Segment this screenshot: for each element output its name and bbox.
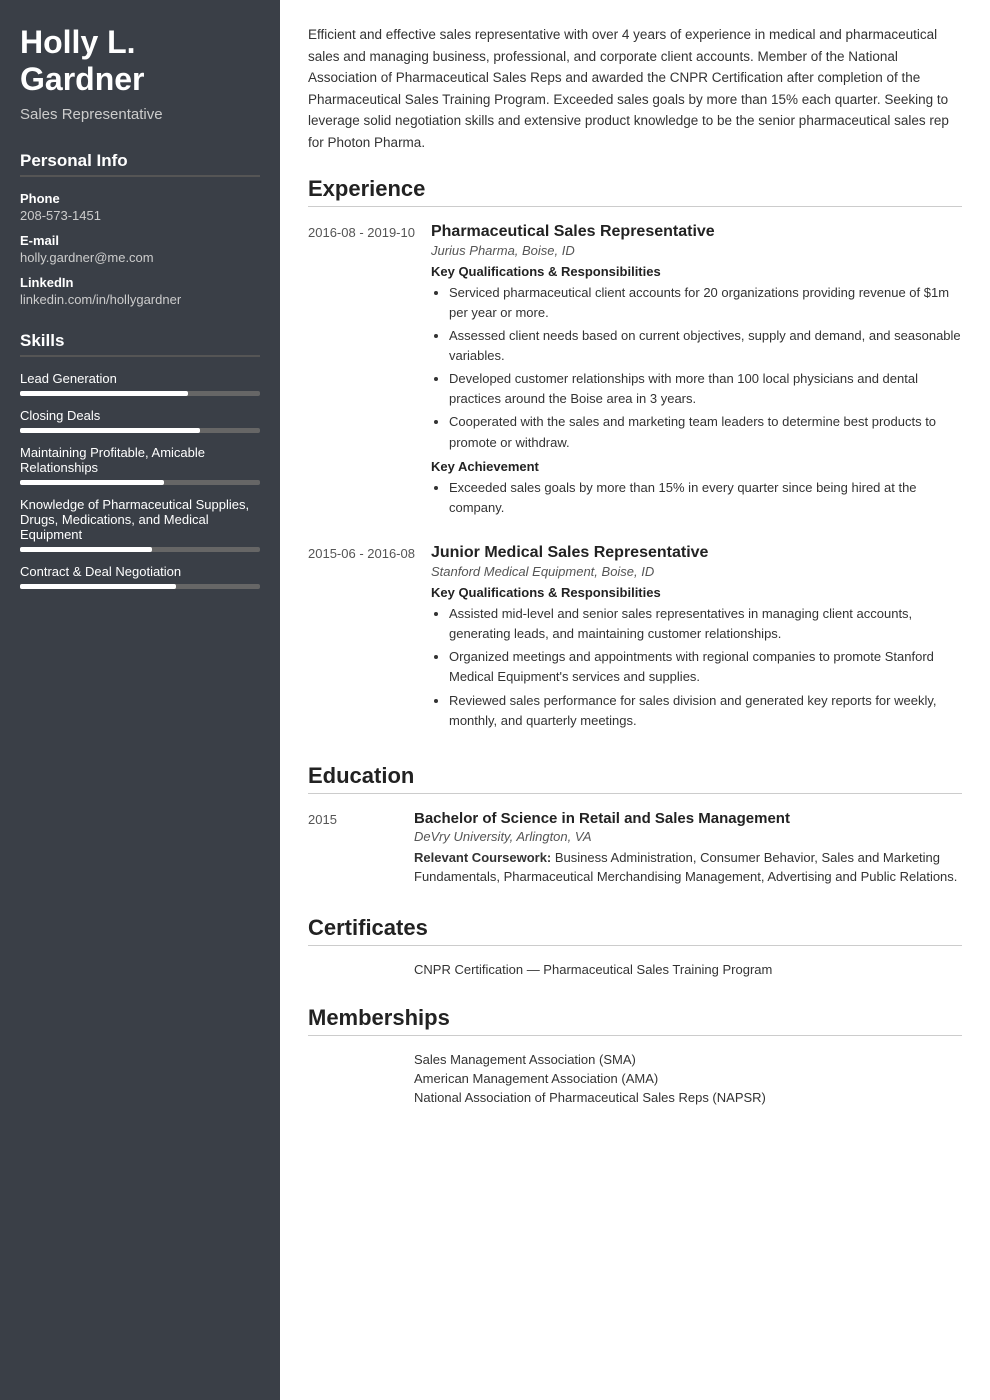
membership-spacer — [308, 1052, 398, 1067]
skill-item: Knowledge of Pharmaceutical Supplies, Dr… — [20, 497, 260, 552]
phone-label: Phone — [20, 191, 260, 206]
certificates-section: Certificates CNPR Certification — Pharma… — [308, 915, 962, 977]
membership-text: American Management Association (AMA) — [414, 1071, 658, 1086]
edu-content: Bachelor of Science in Retail and Sales … — [414, 810, 962, 887]
exp-content: Junior Medical Sales Representative Stanf… — [431, 544, 962, 735]
exp-bullet-item: Organized meetings and appointments with… — [449, 647, 962, 687]
experience-entry: 2016-08 - 2019-10Pharmaceutical Sales Re… — [308, 223, 962, 522]
edu-date: 2015 — [308, 810, 398, 887]
membership-entry: National Association of Pharmaceutical S… — [308, 1090, 962, 1105]
edu-school: DeVry University, Arlington, VA — [414, 829, 962, 844]
membership-text: National Association of Pharmaceutical S… — [414, 1090, 766, 1105]
summary-text: Efficient and effective sales representa… — [308, 24, 962, 154]
email-value: holly.gardner@me.com — [20, 250, 260, 265]
skills-list: Lead Generation Closing Deals Maintaining … — [20, 371, 260, 589]
skill-name: Closing Deals — [20, 408, 260, 423]
skill-bar-fill — [20, 391, 188, 396]
exp-qualifications-label: Key Qualifications & Responsibilities — [431, 264, 962, 279]
edu-degree: Bachelor of Science in Retail and Sales … — [414, 810, 962, 827]
candidate-title: Sales Representative — [20, 106, 260, 123]
membership-spacer — [308, 1071, 398, 1086]
certificate-entry: CNPR Certification — Pharmaceutical Sale… — [308, 962, 962, 977]
skill-bar-fill — [20, 480, 164, 485]
memberships-section: Memberships Sales Management Association… — [308, 1005, 962, 1105]
experience-section: Experience 2016-08 - 2019-10Pharmaceutic… — [308, 176, 962, 735]
experience-heading: Experience — [308, 176, 962, 207]
exp-bullet-item: Reviewed sales performance for sales div… — [449, 691, 962, 731]
experience-entry: 2015-06 - 2016-08Junior Medical Sales Re… — [308, 544, 962, 735]
certificates-heading: Certificates — [308, 915, 962, 946]
skill-name: Maintaining Profitable, Amicable Relatio… — [20, 445, 260, 475]
exp-job-title: Pharmaceutical Sales Representative — [431, 223, 962, 241]
memberships-list: Sales Management Association (SMA) Americ… — [308, 1052, 962, 1105]
membership-entry: American Management Association (AMA) — [308, 1071, 962, 1086]
exp-bullet-item: Assisted mid-level and senior sales repr… — [449, 604, 962, 644]
exp-achievement-bullets: Exceeded sales goals by more than 15% in… — [431, 478, 962, 518]
exp-achievement-label: Key Achievement — [431, 459, 962, 474]
exp-company: Jurius Pharma, Boise, ID — [431, 243, 962, 258]
memberships-heading: Memberships — [308, 1005, 962, 1036]
membership-entry: Sales Management Association (SMA) — [308, 1052, 962, 1067]
sidebar: Holly L. Gardner Sales Representative Pe… — [0, 0, 280, 1400]
exp-achievement-item: Exceeded sales goals by more than 15% in… — [449, 478, 962, 518]
skill-item: Maintaining Profitable, Amicable Relatio… — [20, 445, 260, 485]
skill-item: Closing Deals — [20, 408, 260, 433]
skill-bar-fill — [20, 547, 152, 552]
phone-value: 208-573-1451 — [20, 208, 260, 223]
skill-bar-fill — [20, 428, 200, 433]
exp-bullet-item: Developed customer relationships with mo… — [449, 369, 962, 409]
edu-coursework: Relevant Coursework: Business Administra… — [414, 848, 962, 887]
membership-spacer — [308, 1090, 398, 1105]
skill-bar-bg — [20, 391, 260, 396]
linkedin-value: linkedin.com/in/hollygardner — [20, 292, 260, 307]
linkedin-label: LinkedIn — [20, 275, 260, 290]
education-entry: 2015 Bachelor of Science in Retail and Sa… — [308, 810, 962, 887]
certificates-list: CNPR Certification — Pharmaceutical Sale… — [308, 962, 962, 977]
exp-bullet-item: Serviced pharmaceutical client accounts … — [449, 283, 962, 323]
exp-content: Pharmaceutical Sales Representative Juriu… — [431, 223, 962, 522]
exp-bullet-item: Assessed client needs based on current o… — [449, 326, 962, 366]
exp-bullets: Serviced pharmaceutical client accounts … — [431, 283, 962, 453]
skills-heading: Skills — [20, 331, 260, 357]
skill-name: Lead Generation — [20, 371, 260, 386]
skill-bar-bg — [20, 547, 260, 552]
experience-list: 2016-08 - 2019-10Pharmaceutical Sales Re… — [308, 223, 962, 735]
skill-bar-fill — [20, 584, 176, 589]
personal-info-heading: Personal Info — [20, 151, 260, 177]
exp-bullet-item: Cooperated with the sales and marketing … — [449, 412, 962, 452]
candidate-name: Holly L. Gardner — [20, 24, 260, 98]
exp-qualifications-label: Key Qualifications & Responsibilities — [431, 585, 962, 600]
certificate-text: CNPR Certification — Pharmaceutical Sale… — [414, 962, 772, 977]
skill-item: Contract & Deal Negotiation — [20, 564, 260, 589]
exp-bullets: Assisted mid-level and senior sales repr… — [431, 604, 962, 731]
skill-name: Knowledge of Pharmaceutical Supplies, Dr… — [20, 497, 260, 542]
email-label: E-mail — [20, 233, 260, 248]
skill-bar-bg — [20, 480, 260, 485]
skill-bar-bg — [20, 584, 260, 589]
exp-job-title: Junior Medical Sales Representative — [431, 544, 962, 562]
skill-item: Lead Generation — [20, 371, 260, 396]
exp-date: 2016-08 - 2019-10 — [308, 223, 415, 522]
exp-date: 2015-06 - 2016-08 — [308, 544, 415, 735]
exp-company: Stanford Medical Equipment, Boise, ID — [431, 564, 962, 579]
main-content: Efficient and effective sales representa… — [280, 0, 990, 1400]
skill-bar-bg — [20, 428, 260, 433]
cert-spacer — [308, 962, 398, 977]
education-list: 2015 Bachelor of Science in Retail and Sa… — [308, 810, 962, 887]
education-section: Education 2015 Bachelor of Science in Ret… — [308, 763, 962, 887]
skill-name: Contract & Deal Negotiation — [20, 564, 260, 579]
education-heading: Education — [308, 763, 962, 794]
membership-text: Sales Management Association (SMA) — [414, 1052, 636, 1067]
